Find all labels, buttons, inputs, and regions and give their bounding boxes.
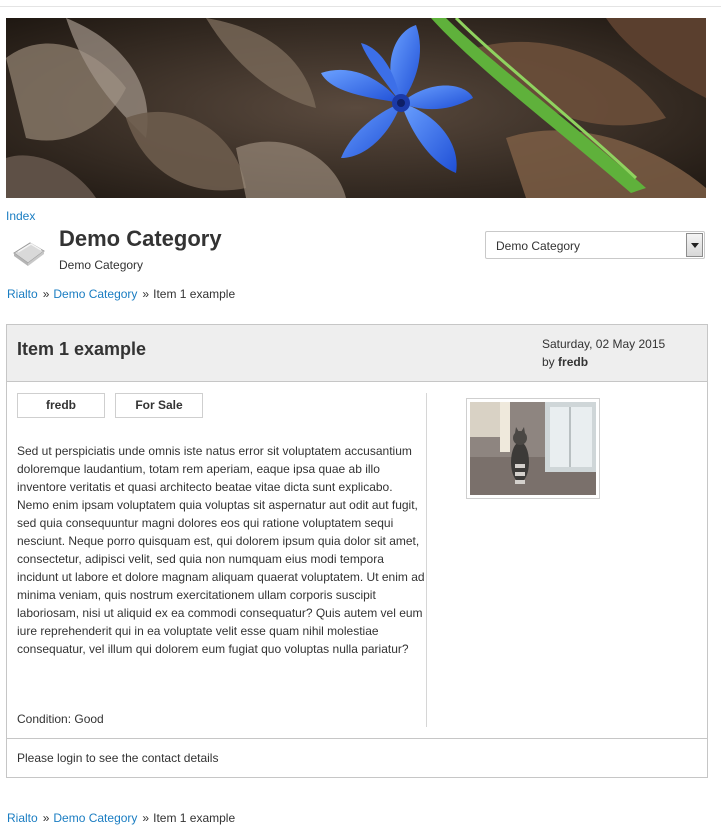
item-author: fredb xyxy=(558,355,589,369)
breadcrumb-bottom: Rialto» Demo Category» Item 1 example xyxy=(7,811,235,825)
breadcrumb-separator: » xyxy=(42,287,50,301)
breadcrumb-category-link[interactable]: Demo Category xyxy=(53,287,137,301)
tag-user[interactable]: fredb xyxy=(17,393,105,418)
chevron-down-icon[interactable] xyxy=(686,233,703,257)
category-select-value: Demo Category xyxy=(496,239,581,253)
item-condition: Condition: Good xyxy=(17,712,104,726)
top-divider xyxy=(0,6,721,7)
item-footer-divider xyxy=(7,738,707,739)
category-book-icon xyxy=(10,233,46,267)
index-link[interactable]: Index xyxy=(6,209,35,223)
item-date: Saturday, 02 May 2015 xyxy=(542,337,666,351)
breadcrumb-separator: » xyxy=(142,811,150,825)
item-by-prefix: by xyxy=(542,355,555,369)
breadcrumb: Rialto» Demo Category» Item 1 example xyxy=(7,287,235,301)
breadcrumb-category-link[interactable]: Demo Category xyxy=(53,811,137,825)
item-title: Item 1 example xyxy=(17,339,147,359)
category-subtitle: Demo Category xyxy=(59,258,144,272)
item-author-line: by fredb xyxy=(542,355,588,369)
item-panel: Item 1 example Saturday, 02 May 2015 by … xyxy=(6,324,708,778)
breadcrumb-separator: » xyxy=(142,287,150,301)
item-description: Sed ut perspiciatis unde omnis iste natu… xyxy=(17,444,425,656)
item-thumbnail[interactable] xyxy=(466,398,600,499)
column-divider xyxy=(426,393,427,727)
breadcrumb-current: Item 1 example xyxy=(153,811,236,825)
breadcrumb-separator: » xyxy=(42,811,50,825)
login-note: Please login to see the contact details xyxy=(17,751,219,765)
breadcrumb-root-link[interactable]: Rialto xyxy=(7,287,38,301)
category-title: Demo Category xyxy=(59,226,222,251)
tag-for-sale[interactable]: For Sale xyxy=(115,393,203,418)
header-banner-image xyxy=(6,18,706,198)
breadcrumb-root-link[interactable]: Rialto xyxy=(7,811,38,825)
item-header: Item 1 example Saturday, 02 May 2015 by … xyxy=(7,325,707,382)
category-select[interactable]: Demo Category xyxy=(485,231,705,259)
breadcrumb-current: Item 1 example xyxy=(153,287,236,301)
